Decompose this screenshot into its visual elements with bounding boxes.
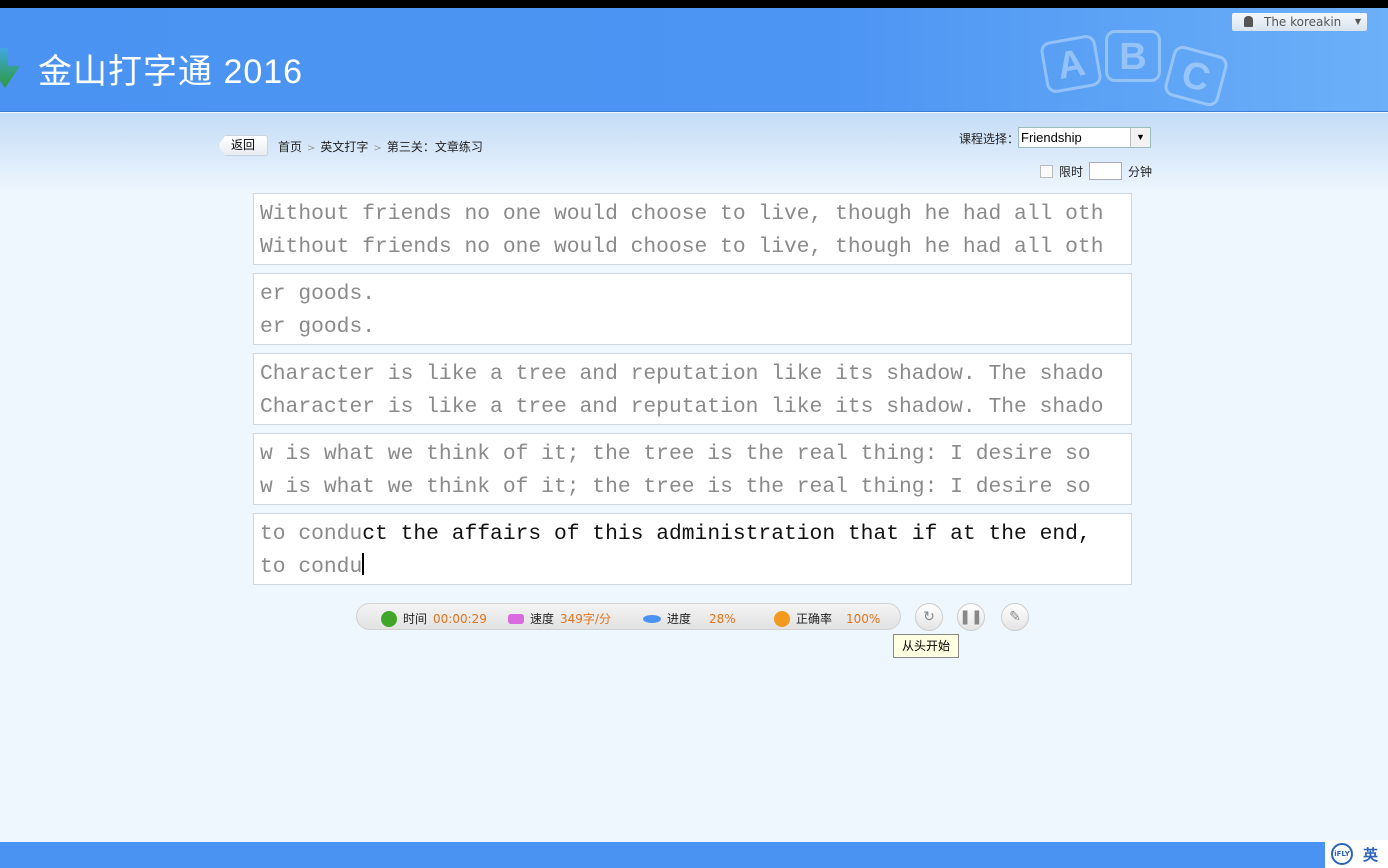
user-menu[interactable]: The koreakin ▼: [1232, 13, 1367, 31]
chevron-down-icon[interactable]: ▼: [1130, 128, 1150, 147]
breadcrumb-current: 第三关：文章练习: [386, 140, 483, 154]
progress-value: 28%: [709, 611, 736, 626]
time-limit-label: 限时: [1059, 164, 1084, 179]
back-button[interactable]: 返回: [218, 135, 268, 156]
breadcrumb-separator: >: [373, 143, 382, 154]
accuracy-value: 100%: [846, 611, 881, 626]
typing-line[interactable]: w is what we think of it; the tree is th…: [253, 433, 1132, 505]
gem-icon: [508, 613, 524, 624]
abc-decoration-icon: C: [1162, 43, 1230, 109]
pie-icon: [774, 610, 790, 627]
clock-icon: [381, 610, 397, 627]
time-label: 时间: [403, 612, 428, 626]
source-remaining: ct the affairs of this administration th…: [362, 522, 1091, 546]
toolbar-background: [0, 113, 1388, 193]
time-limit-checkbox[interactable]: [1040, 164, 1053, 178]
course-label: 课程选择：: [959, 132, 1020, 146]
breadcrumb: 首页 > 英文打字 > 第三关：文章练习: [278, 138, 483, 155]
speed-value: 349字/分: [560, 612, 611, 626]
source-text: er goods.: [260, 282, 376, 306]
course-select[interactable]: Friendship ▼: [1018, 127, 1151, 148]
app-title: 金山打字通 2016: [38, 53, 304, 91]
report-button[interactable]: ✎: [1001, 603, 1029, 631]
restart-icon: ↻: [923, 609, 935, 625]
typing-line[interactable]: er goods. er goods.: [253, 273, 1132, 345]
course-value: Friendship: [1021, 130, 1082, 145]
time-limit-unit: 分钟: [1128, 164, 1153, 179]
typing-line[interactable]: Character is like a tree and reputation …: [253, 353, 1132, 425]
breadcrumb-separator: >: [307, 143, 316, 154]
typed-text: Character is like a tree and reputation …: [260, 395, 1104, 419]
pause-icon: ❚❚: [959, 609, 983, 625]
typed-text: Without friends no one would choose to l…: [260, 235, 1104, 259]
text-cursor: [362, 553, 364, 575]
accuracy-label: 正确率: [796, 612, 833, 626]
progress-icon: [643, 614, 661, 623]
app-header: 金山打字通 2016 A B C: [0, 8, 1388, 112]
time-limit: 限时 分钟: [1040, 162, 1152, 180]
pause-button[interactable]: ❚❚: [957, 603, 985, 631]
abc-decoration-icon: A: [1038, 33, 1104, 95]
breadcrumb-english[interactable]: 英文打字: [320, 140, 368, 154]
typing-line-active[interactable]: to conduct the affairs of this administr…: [253, 513, 1132, 585]
source-text: Character is like a tree and reputation …: [260, 362, 1104, 386]
time-limit-input[interactable]: [1089, 162, 1123, 180]
status-bar: [0, 842, 1388, 868]
logo-icon: [0, 48, 20, 88]
stats-bar: 时间 00:00:29 速度 349字/分 进度 28% 正确率 100%: [356, 603, 901, 630]
ifly-logo-icon: iFLY: [1331, 843, 1353, 865]
breadcrumb-home[interactable]: 首页: [278, 140, 302, 154]
typed-text: er goods.: [260, 315, 376, 339]
chevron-down-icon: ▼: [1354, 17, 1361, 26]
restart-button[interactable]: ↻: [915, 603, 943, 631]
typed-text: to condu: [260, 555, 363, 579]
source-text: Without friends no one would choose to l…: [260, 202, 1104, 226]
source-text: w is what we think of it; the tree is th…: [260, 442, 1091, 466]
abc-decoration-icon: B: [1105, 30, 1161, 82]
source-text: to conduct the affairs of this administr…: [260, 518, 1131, 551]
typed-text: w is what we think of it; the tree is th…: [260, 475, 1091, 499]
user-icon: [1244, 16, 1253, 27]
username: The koreakin: [1264, 15, 1342, 29]
ime-indicator[interactable]: iFLY 英: [1325, 840, 1388, 868]
restart-tooltip: 从头开始: [893, 634, 960, 658]
progress-label: 进度: [667, 612, 692, 626]
time-value: 00:00:29: [433, 611, 487, 626]
ime-mode: 英: [1363, 845, 1379, 864]
speed-label: 速度: [530, 612, 555, 626]
top-border: [0, 0, 1388, 8]
report-icon: ✎: [1009, 609, 1021, 625]
source-done: to condu: [260, 522, 363, 546]
typing-line[interactable]: Without friends no one would choose to l…: [253, 193, 1132, 265]
